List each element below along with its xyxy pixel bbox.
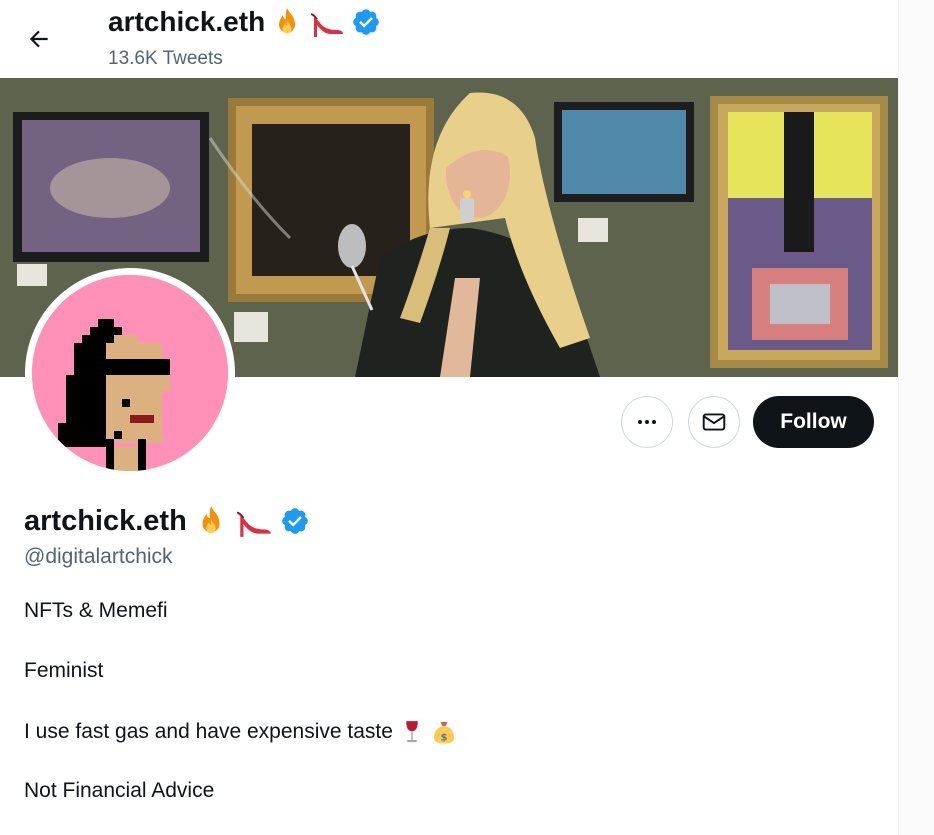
fire-emoji xyxy=(194,504,228,538)
tweet-count: 13.6K Tweets xyxy=(108,48,223,69)
header-display-name: artchick.eth xyxy=(108,6,381,38)
money-bag-emoji: $ xyxy=(431,719,457,745)
profile-handle: @digitalartchick xyxy=(24,545,173,568)
more-icon xyxy=(638,420,656,424)
header-name-text: artchick.eth xyxy=(108,6,266,37)
fire-emoji xyxy=(271,6,303,38)
more-button[interactable] xyxy=(621,396,673,448)
bio-line-with-emoji: I use fast gas and have expensive taste … xyxy=(24,719,457,745)
profile-column: artchick.eth 13.6K Tweets Follow artchic… xyxy=(0,0,898,835)
svg-text:$: $ xyxy=(440,733,447,744)
back-arrow-icon xyxy=(29,30,48,48)
right-gutter xyxy=(898,0,934,835)
profile-header-bar: artchick.eth 13.6K Tweets xyxy=(0,0,898,78)
verified-badge-icon xyxy=(351,7,381,37)
bio-line: NFTs & Memefi xyxy=(24,599,168,622)
back-button[interactable] xyxy=(22,22,56,56)
bio-line: Not Financial Advice xyxy=(24,779,215,802)
high-heel-emoji xyxy=(309,6,345,38)
bio-line: Feminist xyxy=(24,659,104,682)
high-heel-emoji xyxy=(235,504,273,538)
follow-button[interactable]: Follow xyxy=(753,396,874,448)
avatar[interactable] xyxy=(32,275,228,471)
bio-line-text: I use fast gas and have expensive taste xyxy=(24,720,393,743)
profile-display-name: artchick.eth xyxy=(24,504,310,538)
verified-badge-icon[interactable] xyxy=(280,506,310,536)
message-button[interactable] xyxy=(688,396,740,448)
mail-icon xyxy=(702,413,726,431)
wine-glass-emoji xyxy=(399,719,425,745)
profile-name-text: artchick.eth xyxy=(24,504,187,537)
